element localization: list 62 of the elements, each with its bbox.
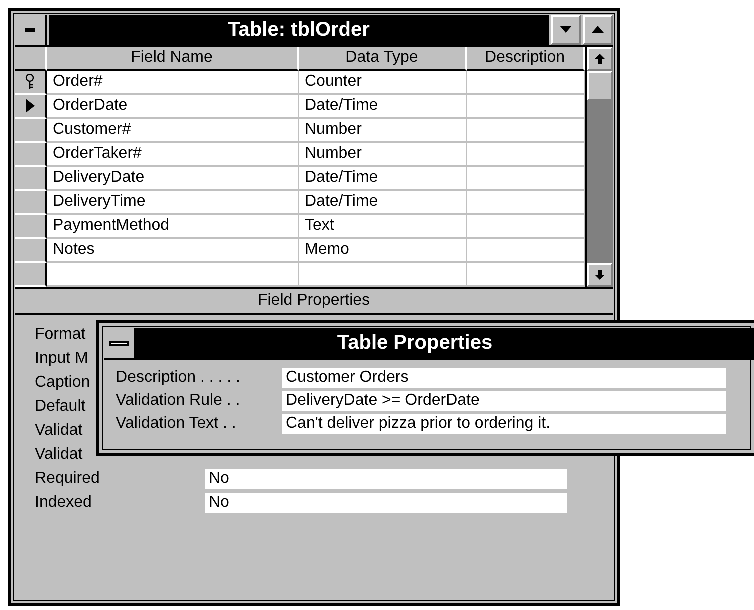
property-label: Caption — [35, 374, 90, 392]
table-cell[interactable]: Date/Time — [299, 167, 467, 191]
row-selector[interactable] — [15, 191, 47, 215]
table-cell[interactable]: PaymentMethod — [47, 215, 299, 239]
table-cell[interactable]: DeliveryTime — [47, 191, 299, 215]
table-cell[interactable]: Counter — [299, 71, 467, 95]
down-arrow-icon — [595, 270, 605, 280]
table-cell[interactable] — [47, 263, 299, 287]
property-label: Validat — [35, 422, 83, 440]
down-arrow-icon — [560, 26, 572, 34]
row-selector[interactable] — [15, 119, 47, 143]
table-cell[interactable]: Number — [299, 119, 467, 143]
table-cell[interactable]: Date/Time — [299, 95, 467, 119]
row-selector[interactable] — [15, 71, 47, 95]
table-cell[interactable]: DeliveryDate — [47, 167, 299, 191]
row-selector[interactable] — [15, 239, 47, 263]
scroll-thumb[interactable] — [587, 71, 613, 101]
property-label: Indexed — [35, 494, 92, 512]
column-header[interactable]: Description — [467, 47, 585, 71]
property-label: Format — [35, 326, 86, 344]
table-cell[interactable]: OrderTaker# — [47, 143, 299, 167]
property-field[interactable]: Customer Orders — [282, 368, 726, 388]
property-label: Description . . . . . — [116, 368, 240, 386]
property-field[interactable]: DeliveryDate >= OrderDate — [282, 390, 726, 410]
dash-icon — [25, 28, 35, 32]
minimize-button[interactable] — [551, 15, 581, 45]
section-header: Field Properties — [15, 289, 613, 315]
property-label: Default — [35, 398, 86, 416]
window-title: Table Properties — [136, 328, 754, 358]
up-arrow-icon — [595, 54, 605, 64]
property-label: Validation Rule . . — [116, 392, 240, 410]
column-header[interactable]: Data Type — [299, 47, 467, 71]
row-selector[interactable] — [15, 263, 47, 287]
row-selector[interactable] — [15, 215, 47, 239]
property-field[interactable]: No — [205, 469, 567, 489]
property-field[interactable]: Can't deliver pizza prior to ordering it. — [282, 414, 726, 434]
property-label: Validation Text . . — [116, 414, 236, 432]
scrollbar[interactable] — [585, 47, 613, 287]
maximize-button[interactable] — [583, 15, 613, 45]
scroll-up-button[interactable] — [587, 47, 613, 71]
property-label: Input M — [35, 350, 88, 368]
window-title: Table: tblOrder — [49, 15, 549, 45]
row-selector[interactable] — [15, 167, 47, 191]
table-cell[interactable]: Notes — [47, 239, 299, 263]
table-cell[interactable]: Customer# — [47, 119, 299, 143]
table-cell[interactable]: OrderDate — [47, 95, 299, 119]
property-field[interactable]: No — [205, 493, 567, 513]
table-cell[interactable]: Date/Time — [299, 191, 467, 215]
row-header — [15, 47, 47, 71]
property-label: Validat — [35, 446, 83, 464]
property-label: Required — [35, 470, 100, 488]
dash-icon — [109, 340, 129, 346]
table-cell[interactable]: Order# — [47, 71, 299, 95]
row-selector[interactable] — [15, 95, 47, 119]
column-header[interactable]: Field Name — [47, 47, 299, 71]
row-selector[interactable] — [15, 143, 47, 167]
table-cell[interactable]: Number — [299, 143, 467, 167]
table-cell[interactable]: Text — [299, 215, 467, 239]
up-arrow-icon — [592, 26, 604, 34]
table-cell[interactable] — [299, 263, 467, 287]
table-cell[interactable]: Memo — [299, 239, 467, 263]
scroll-down-button[interactable] — [587, 263, 613, 287]
